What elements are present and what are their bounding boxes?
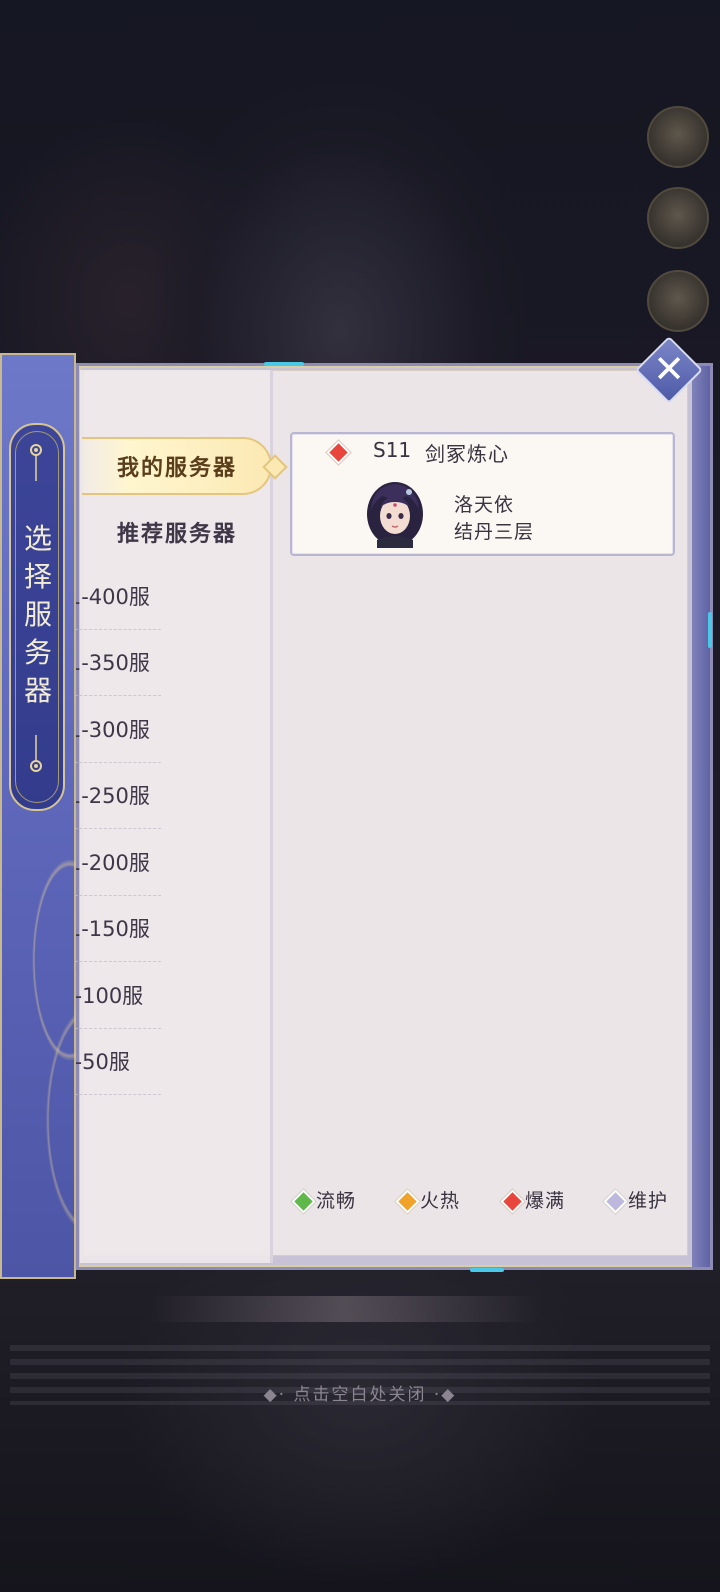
- close-icon[interactable]: ✕: [645, 346, 693, 394]
- banner-swirl-decoration: [0, 820, 76, 1260]
- server-name: 剑冢炼心: [425, 442, 509, 466]
- character-name: 洛天依: [454, 494, 515, 516]
- background-banner: [150, 1296, 540, 1322]
- accent-bar: [708, 612, 712, 648]
- server-id: S11: [373, 438, 412, 462]
- tap-to-close-hint[interactable]: ◆· 点击空白处关闭 ·◆: [0, 1380, 720, 1405]
- character-rank: 结丹三层: [454, 521, 535, 543]
- side-menu-button-3: [647, 270, 709, 332]
- menu-item-recommended[interactable]: 推荐服务器: [102, 516, 252, 548]
- ornament-icon: [30, 735, 42, 772]
- dialog-edge: [692, 366, 710, 1267]
- ornament-icon: [30, 444, 42, 481]
- legend-label: 火热: [420, 1190, 461, 1212]
- side-menu-button-2: [647, 187, 709, 249]
- menu-item-my-servers-label: 我的服务器: [116, 455, 237, 481]
- accent-bar: [470, 1268, 504, 1272]
- legend-label: 维护: [628, 1190, 669, 1212]
- side-menu-button-1: [647, 106, 709, 168]
- dialog-title: 选择服务器: [23, 522, 52, 707]
- legend-label: 爆满: [525, 1190, 566, 1212]
- legend-label: 流畅: [316, 1190, 357, 1212]
- accent-bar: [264, 362, 304, 366]
- character-avatar: [365, 480, 425, 548]
